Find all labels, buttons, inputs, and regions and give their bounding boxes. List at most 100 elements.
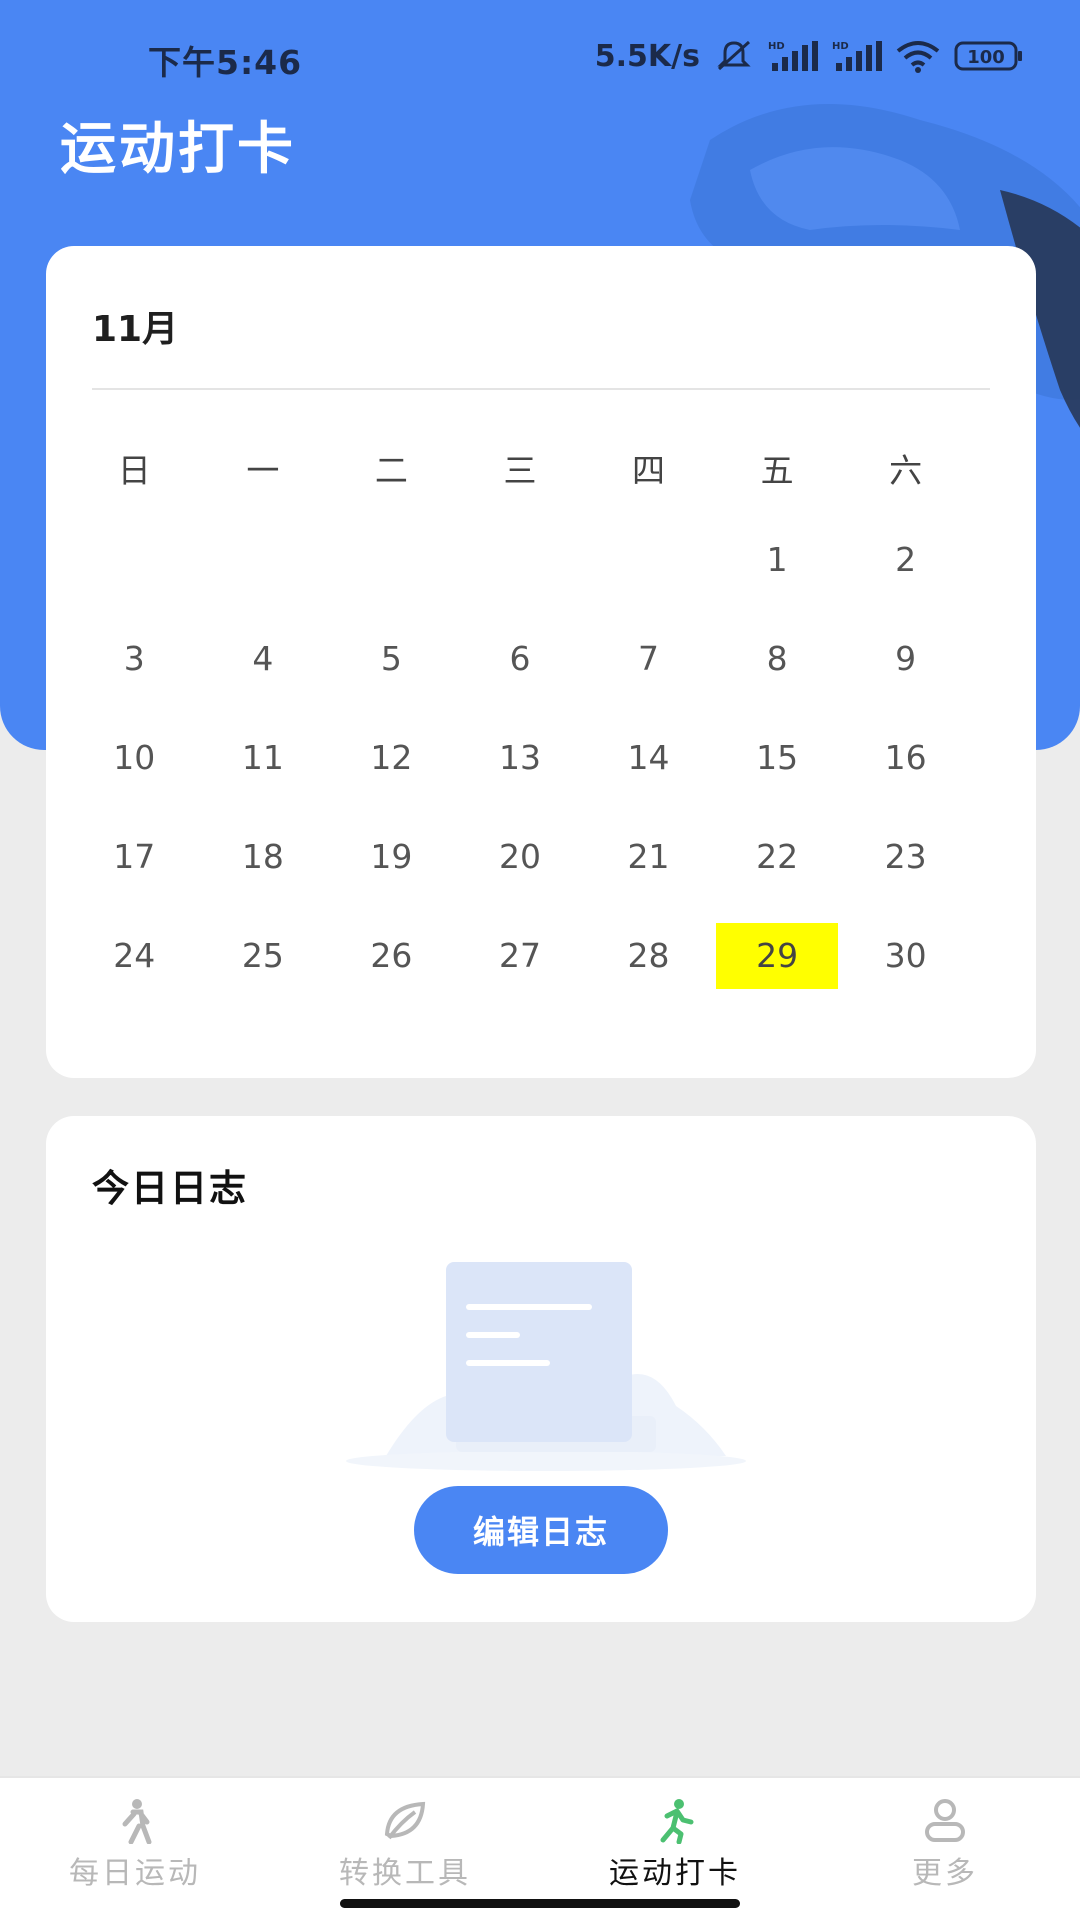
mute-icon: [717, 40, 751, 71]
day-number-today[interactable]: 29: [716, 922, 839, 989]
calendar-month: 11月: [92, 309, 179, 350]
calendar-day: [199, 510, 328, 609]
day-number[interactable]: 25: [202, 923, 324, 989]
calendar-week: 10 11 12 13 14 15 16: [70, 708, 970, 807]
day-number[interactable]: 9: [845, 626, 967, 692]
network-speed: 5.5K/s: [594, 38, 700, 74]
calendar-day: [70, 510, 199, 609]
tab-daily-exercise[interactable]: 每日运动: [0, 1778, 270, 1920]
weekday-header: 日 一 二 三 四 五 六: [70, 426, 970, 510]
day-number[interactable]: 24: [73, 923, 195, 989]
status-bar: 下午5:46 5.5K/s HD HD 100: [0, 0, 1080, 110]
weekday-label: 日: [117, 451, 151, 490]
tab-more[interactable]: 更多: [810, 1778, 1080, 1920]
day-number[interactable]: 19: [330, 824, 452, 890]
day-number[interactable]: 7: [588, 626, 710, 692]
day-number[interactable]: 8: [716, 626, 838, 692]
calendar-day[interactable]: 11: [199, 708, 328, 807]
calendar-day[interactable]: 7: [584, 609, 713, 708]
divider: [92, 388, 990, 390]
day-number[interactable]: 1: [716, 527, 838, 593]
weekday-label: 六: [889, 451, 923, 490]
day-number[interactable]: 27: [459, 923, 581, 989]
day-number[interactable]: 4: [202, 626, 324, 692]
calendar-day[interactable]: 5: [327, 609, 456, 708]
day-number[interactable]: 30: [845, 923, 967, 989]
calendar-day[interactable]: 30: [841, 906, 970, 1005]
day-number[interactable]: 21: [588, 824, 710, 890]
page-title: 运动打卡: [60, 117, 296, 182]
weekday-label: 三: [503, 451, 537, 490]
calendar-day[interactable]: 13: [456, 708, 585, 807]
calendar-day[interactable]: 23: [841, 807, 970, 906]
weekday-label: 一: [246, 451, 280, 490]
calendar-day[interactable]: 27: [456, 906, 585, 1005]
calendar-day[interactable]: 15: [713, 708, 842, 807]
leaf-icon: [384, 1801, 426, 1840]
day-number: [459, 527, 581, 593]
day-number: [73, 527, 195, 593]
battery-icon: 100: [954, 41, 1022, 71]
status-time: 下午5:46: [148, 43, 303, 82]
day-number[interactable]: 11: [202, 725, 324, 791]
tab-label: 转换工具: [339, 1856, 471, 1891]
calendar-day[interactable]: 26: [327, 906, 456, 1005]
calendar-day-today[interactable]: 29: [713, 906, 842, 1005]
calendar-day[interactable]: 25: [199, 906, 328, 1005]
calendar-day: [327, 510, 456, 609]
calendar-day[interactable]: 14: [584, 708, 713, 807]
calendar-week: 1 2: [70, 510, 970, 609]
calendar-day[interactable]: 4: [199, 609, 328, 708]
calendar-day[interactable]: 1: [713, 510, 842, 609]
calendar-week: 3 4 5 6 7 8 9: [70, 609, 970, 708]
svg-text:HD: HD: [832, 41, 849, 52]
svg-text:HD: HD: [768, 41, 785, 52]
day-number[interactable]: 18: [202, 824, 324, 890]
calendar-day[interactable]: 3: [70, 609, 199, 708]
weekday-label: 二: [374, 451, 408, 490]
home-indicator[interactable]: [340, 1899, 740, 1908]
day-number[interactable]: 5: [330, 626, 452, 692]
day-number: [202, 527, 324, 593]
calendar-day[interactable]: 28: [584, 906, 713, 1005]
weekday-label: 四: [632, 451, 666, 490]
day-number: [330, 527, 452, 593]
day-number[interactable]: 3: [73, 626, 195, 692]
tab-label: 每日运动: [69, 1856, 201, 1891]
day-number[interactable]: 12: [330, 725, 452, 791]
calendar-week: 24 25 26 27 28 29 30: [70, 906, 970, 1005]
calendar-grid: 日 一 二 三 四 五 六 1 2 3 4 5 6 7 8 9 10 11 12…: [70, 426, 970, 1005]
day-number[interactable]: 17: [73, 824, 195, 890]
edit-journal-button[interactable]: 编辑日志: [414, 1486, 668, 1574]
day-number[interactable]: 20: [459, 824, 581, 890]
calendar-day[interactable]: 9: [841, 609, 970, 708]
calendar-day[interactable]: 22: [713, 807, 842, 906]
calendar-day[interactable]: 2: [841, 510, 970, 609]
calendar-day[interactable]: 12: [327, 708, 456, 807]
day-number[interactable]: 28: [588, 923, 710, 989]
day-number[interactable]: 23: [845, 824, 967, 890]
calendar-day[interactable]: 19: [327, 807, 456, 906]
tab-label: 更多: [912, 1856, 978, 1891]
calendar-day[interactable]: 24: [70, 906, 199, 1005]
day-number[interactable]: 16: [845, 725, 967, 791]
calendar-day[interactable]: 17: [70, 807, 199, 906]
day-number[interactable]: 26: [330, 923, 452, 989]
day-number[interactable]: 2: [845, 527, 967, 593]
day-number[interactable]: 6: [459, 626, 581, 692]
calendar-day[interactable]: 21: [584, 807, 713, 906]
day-number[interactable]: 14: [588, 725, 710, 791]
calendar-day[interactable]: 18: [199, 807, 328, 906]
calendar-day[interactable]: 6: [456, 609, 585, 708]
calendar-day[interactable]: 20: [456, 807, 585, 906]
calendar-day[interactable]: 8: [713, 609, 842, 708]
calendar-week: 17 18 19 20 21 22 23: [70, 807, 970, 906]
calendar-day[interactable]: 16: [841, 708, 970, 807]
day-number[interactable]: 22: [716, 824, 838, 890]
empty-document-icon: [346, 1262, 746, 1471]
day-number[interactable]: 15: [716, 725, 838, 791]
calendar-day[interactable]: 10: [70, 708, 199, 807]
day-number[interactable]: 13: [459, 725, 581, 791]
day-number[interactable]: 10: [73, 725, 195, 791]
weekday-label: 五: [760, 451, 794, 490]
